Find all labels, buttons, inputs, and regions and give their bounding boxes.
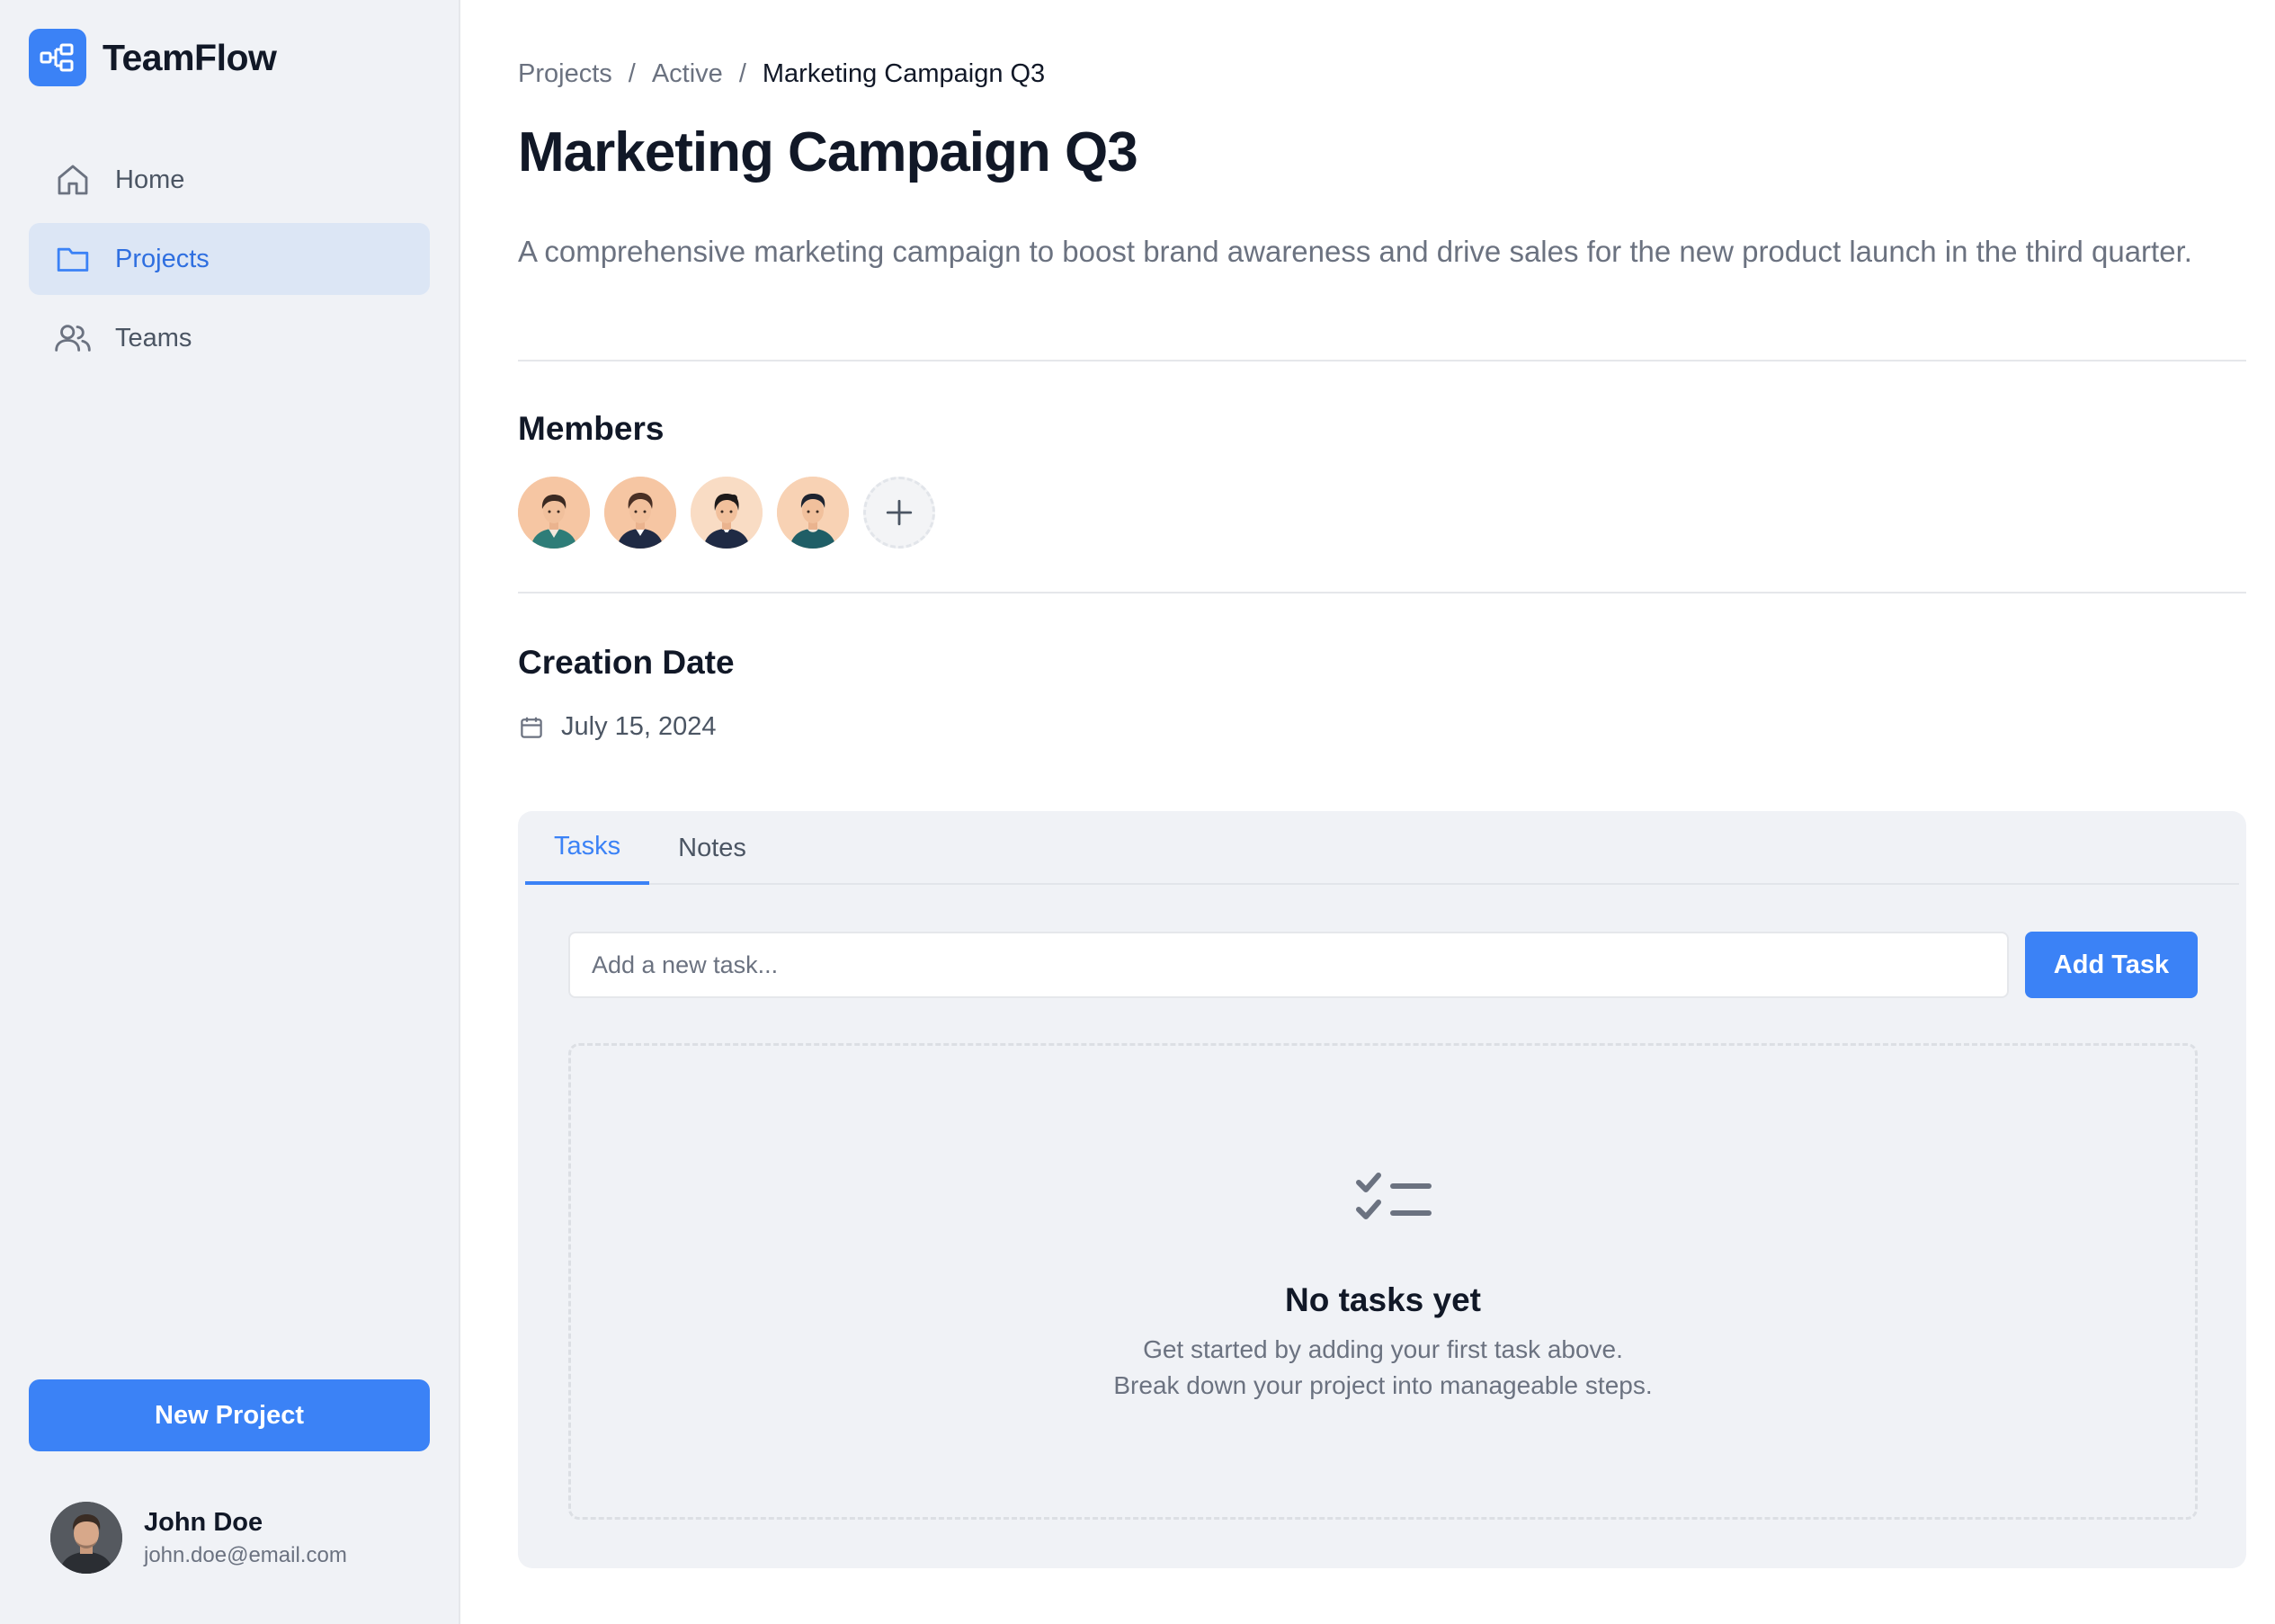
sidebar-item-projects[interactable]: Projects (29, 223, 430, 295)
empty-state-title: No tasks yet (1285, 1281, 1481, 1318)
sidebar-item-teams[interactable]: Teams (29, 302, 430, 374)
plus-icon (886, 499, 913, 526)
member-avatar[interactable] (777, 477, 849, 549)
breadcrumb-separator: / (738, 59, 746, 88)
user-name: John Doe (144, 1507, 263, 1537)
members-heading: Members (518, 410, 665, 447)
users-icon (52, 317, 94, 359)
breadcrumb-current: Marketing Campaign Q3 (762, 59, 1046, 88)
breadcrumb-active[interactable]: Active (652, 59, 723, 89)
creation-date: July 15, 2024 (518, 712, 717, 742)
brand-name: TeamFlow (103, 36, 277, 78)
user-profile[interactable]: John Doe john.doe@email.com (50, 1502, 347, 1574)
new-project-button[interactable]: New Project (29, 1379, 430, 1451)
tasks-panel: Tasks Notes Add Task No tasks yet Get st… (518, 811, 2246, 1568)
avatar (50, 1502, 122, 1574)
add-member-button[interactable] (863, 477, 935, 549)
add-task-button[interactable]: Add Task (2025, 932, 2198, 998)
page-title: Marketing Campaign Q3 (518, 121, 1138, 183)
members-list (518, 477, 935, 549)
tab-tasks[interactable]: Tasks (525, 811, 650, 885)
creation-date-heading: Creation Date (518, 644, 735, 681)
empty-state-text: Get started by adding your first task ab… (1143, 1335, 1623, 1363)
calendar-icon (521, 717, 542, 738)
divider (518, 592, 2246, 593)
sidebar-item-label: Teams (115, 323, 192, 352)
sidebar-item-label: Projects (115, 244, 210, 273)
member-avatar[interactable] (518, 477, 590, 549)
checklist-icon (1356, 1173, 1432, 1219)
teamflow-logo-icon (29, 29, 86, 86)
brand[interactable]: TeamFlow (29, 29, 277, 86)
user-email: john.doe@email.com (144, 1542, 347, 1567)
creation-date-value: July 15, 2024 (561, 712, 717, 741)
project-description: A comprehensive marketing campaign to bo… (518, 235, 2192, 268)
empty-state-text: Break down your project into manageable … (1113, 1371, 1653, 1399)
member-avatar[interactable] (604, 477, 676, 549)
breadcrumb-separator: / (628, 59, 636, 88)
sidebar-nav: Home Projects Teams (29, 144, 430, 381)
divider (518, 360, 2246, 361)
tab-bar: Tasks Notes (525, 811, 2239, 885)
sidebar-item-label: Home (115, 165, 185, 194)
member-avatar[interactable] (691, 477, 763, 549)
breadcrumb-projects[interactable]: Projects (518, 59, 612, 89)
sidebar: TeamFlow Home Projects Teams New Project… (0, 0, 460, 1624)
home-icon (52, 159, 94, 201)
sidebar-item-home[interactable]: Home (29, 144, 430, 216)
breadcrumb: Projects / Active / Marketing Campaign Q… (518, 59, 1045, 89)
tab-notes[interactable]: Notes (649, 811, 775, 885)
new-task-input[interactable] (568, 932, 2009, 998)
empty-state: No tasks yet Get started by adding your … (568, 1043, 2198, 1520)
folder-icon (52, 238, 94, 280)
